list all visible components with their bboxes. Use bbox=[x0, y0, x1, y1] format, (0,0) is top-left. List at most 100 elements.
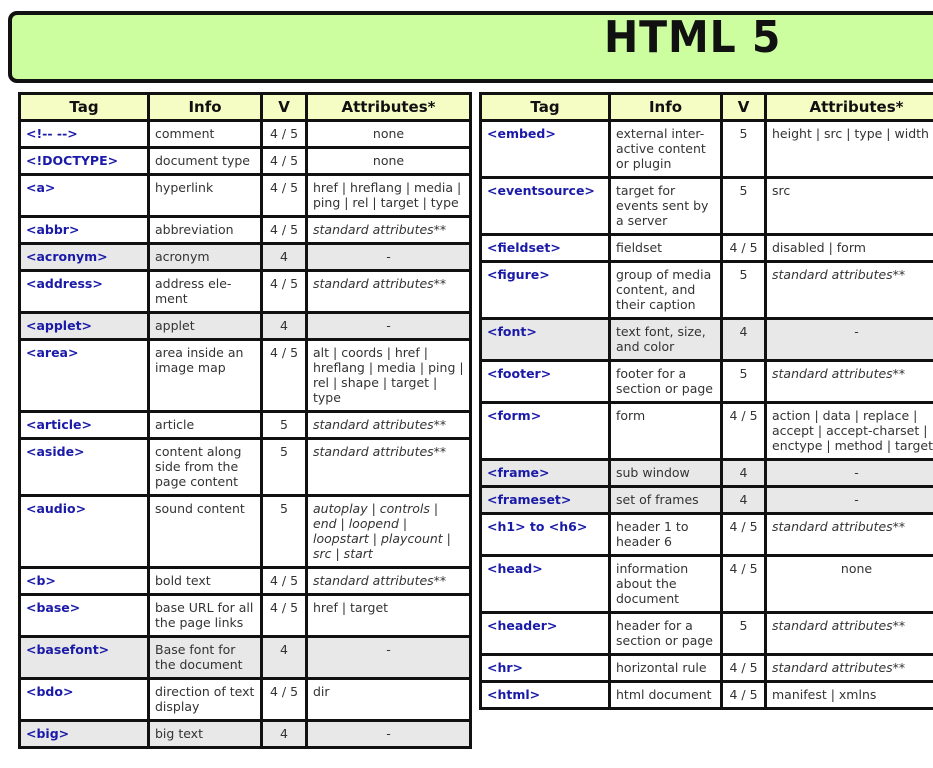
tag-cell: <abbr> bbox=[21, 218, 147, 242]
info-cell: bold text bbox=[150, 569, 260, 593]
tag-cell: <header> bbox=[482, 614, 608, 653]
tag-cell: <h1> to <h6> bbox=[482, 515, 608, 554]
tag-cell: <article> bbox=[21, 413, 147, 437]
table-row: <font> text font, size, and color 4- bbox=[482, 320, 933, 359]
table-row: <basefont> Base font for the document 4- bbox=[21, 638, 469, 677]
info-cell: target for events sent by a server bbox=[611, 179, 720, 233]
attributes-cell: standard attributes** bbox=[308, 218, 469, 242]
attributes-cell: - bbox=[767, 320, 933, 359]
attributes-cell: src bbox=[767, 179, 933, 233]
attributes-cell: - bbox=[767, 461, 933, 485]
column-header-info: Info bbox=[611, 95, 720, 119]
info-cell: applet bbox=[150, 314, 260, 338]
info-cell: footer for a section or page bbox=[611, 362, 720, 401]
table-row: <base> base URL for all the page links 4 /… bbox=[21, 596, 469, 635]
table-row: <address> address ele-ment 4 / 5 standard a… bbox=[21, 272, 469, 311]
version-cell: 4 bbox=[263, 245, 305, 269]
info-cell: acronym bbox=[150, 245, 260, 269]
column-header-attributes: Attributes* bbox=[767, 95, 933, 119]
version-cell: 4 / 5 bbox=[723, 236, 764, 260]
table-row: <hr> horizontal rule 4 / 5 standard attribu… bbox=[482, 656, 933, 680]
table-row: <acronym> acronym 4- bbox=[21, 245, 469, 269]
info-cell: header 1 to header 6 bbox=[611, 515, 720, 554]
attributes-cell: none bbox=[767, 557, 933, 611]
attributes-cell: standard attributes** bbox=[767, 362, 933, 401]
version-cell: 5 bbox=[263, 440, 305, 494]
tag-cell: <big> bbox=[21, 722, 147, 746]
attributes-cell: none bbox=[308, 122, 469, 146]
tag-cell: <footer> bbox=[482, 362, 608, 401]
table-row: <html> html document 4 / 5 manifest | xmlns bbox=[482, 683, 933, 707]
table-header-row: Tag Info V Attributes* bbox=[21, 95, 469, 119]
tag-cell: <frameset> bbox=[482, 488, 608, 512]
tag-cell: <audio> bbox=[21, 497, 147, 566]
info-cell: information about the document bbox=[611, 557, 720, 611]
attributes-cell: href | target bbox=[308, 596, 469, 635]
table-row: <a> hyperlink 4 / 5 href | hreflang | media… bbox=[21, 176, 469, 215]
table-row: <footer> footer for a section or page 5 sta… bbox=[482, 362, 933, 401]
attributes-cell: height | src | type | width bbox=[767, 122, 933, 176]
tag-cell: <form> bbox=[482, 404, 608, 458]
info-cell: text font, size, and color bbox=[611, 320, 720, 359]
version-cell: 4 / 5 bbox=[723, 656, 764, 680]
info-cell: set of frames bbox=[611, 488, 720, 512]
tag-cell: <aside> bbox=[21, 440, 147, 494]
attributes-cell: manifest | xmlns bbox=[767, 683, 933, 707]
version-cell: 5 bbox=[723, 362, 764, 401]
info-cell: external inter-active content or plugin bbox=[611, 122, 720, 176]
tag-cell: <acronym> bbox=[21, 245, 147, 269]
info-cell: form bbox=[611, 404, 720, 458]
version-cell: 4 bbox=[723, 461, 764, 485]
table-row: <bdo> direction of text display 4 / 5 dir bbox=[21, 680, 469, 719]
attributes-cell: - bbox=[308, 722, 469, 746]
version-cell: 4 / 5 bbox=[263, 122, 305, 146]
tag-cell: <head> bbox=[482, 557, 608, 611]
attributes-cell: standard attributes** bbox=[767, 614, 933, 653]
tag-cell: <bdo> bbox=[21, 680, 147, 719]
tag-table-left: Tag Info V Attributes* <!-- --> comment 4 … bbox=[18, 92, 472, 749]
attributes-cell: standard attributes** bbox=[308, 272, 469, 311]
version-cell: 4 / 5 bbox=[723, 683, 764, 707]
table-row: <head> information about the document 4 / … bbox=[482, 557, 933, 611]
version-cell: 4 bbox=[723, 488, 764, 512]
tag-cell: <!DOCTYPE> bbox=[21, 149, 147, 173]
version-cell: 4 / 5 bbox=[723, 515, 764, 554]
tag-cell: <b> bbox=[21, 569, 147, 593]
info-cell: horizontal rule bbox=[611, 656, 720, 680]
info-cell: header for a section or page bbox=[611, 614, 720, 653]
tag-cell: <area> bbox=[21, 341, 147, 410]
table-row: <area> area inside an image map 4 / 5 alt |… bbox=[21, 341, 469, 410]
tag-cell: <a> bbox=[21, 176, 147, 215]
table-row: <abbr> abbreviation 4 / 5 standard attribut… bbox=[21, 218, 469, 242]
column-header-version: V bbox=[723, 95, 764, 119]
info-cell: base URL for all the page links bbox=[150, 596, 260, 635]
attributes-cell: - bbox=[767, 488, 933, 512]
version-cell: 5 bbox=[723, 614, 764, 653]
attributes-cell: - bbox=[308, 314, 469, 338]
info-cell: sound content bbox=[150, 497, 260, 566]
table-row: <b> bold text 4 / 5 standard attributes** bbox=[21, 569, 469, 593]
title-banner bbox=[8, 11, 933, 83]
attributes-cell: standard attributes** bbox=[767, 263, 933, 317]
info-cell: group of media content, and their captio… bbox=[611, 263, 720, 317]
column-header-attributes: Attributes* bbox=[308, 95, 469, 119]
column-header-version: V bbox=[263, 95, 305, 119]
info-cell: address ele-ment bbox=[150, 272, 260, 311]
table-row: <applet> applet 4- bbox=[21, 314, 469, 338]
table-row: <!DOCTYPE> document type 4 / 5 none bbox=[21, 149, 469, 173]
attributes-cell: - bbox=[308, 638, 469, 677]
tag-cell: <fieldset> bbox=[482, 236, 608, 260]
tag-cell: <applet> bbox=[21, 314, 147, 338]
version-cell: 5 bbox=[263, 413, 305, 437]
version-cell: 4 / 5 bbox=[723, 404, 764, 458]
info-cell: direction of text display bbox=[150, 680, 260, 719]
table-row: <big> big text 4- bbox=[21, 722, 469, 746]
column-header-tag: Tag bbox=[482, 95, 608, 119]
tag-cell: <frame> bbox=[482, 461, 608, 485]
table-row: <fieldset> fieldset 4 / 5 disabled | form bbox=[482, 236, 933, 260]
tag-cell: <embed> bbox=[482, 122, 608, 176]
attributes-cell: standard attributes** bbox=[308, 440, 469, 494]
attributes-cell: autoplay | controls | end | loopend | lo… bbox=[308, 497, 469, 566]
tag-cell: <font> bbox=[482, 320, 608, 359]
table-row: <!-- --> comment 4 / 5 none bbox=[21, 122, 469, 146]
